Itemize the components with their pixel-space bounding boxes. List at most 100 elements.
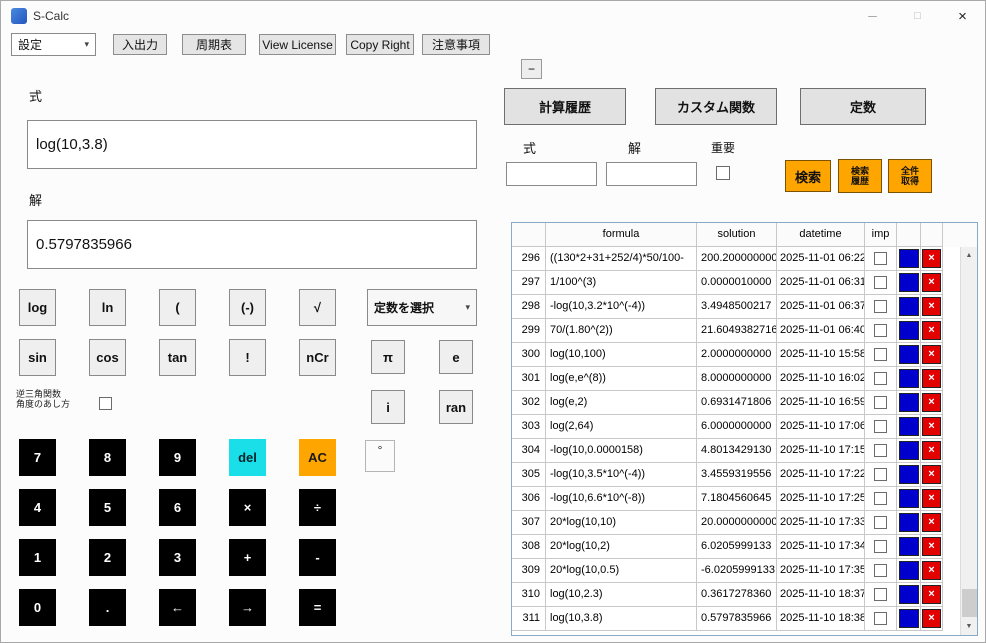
- row-delete-button[interactable]: ×: [922, 441, 941, 460]
- calc-button-multiply[interactable]: ×: [229, 489, 266, 526]
- row-delete-button[interactable]: ×: [922, 537, 941, 556]
- row-imp-checkbox[interactable]: [874, 468, 887, 481]
- custom-functions-button[interactable]: カスタム関数: [655, 88, 777, 125]
- calc-history-button[interactable]: 計算履歴: [504, 88, 626, 125]
- row-action-button[interactable]: [898, 465, 919, 484]
- row-delete-button[interactable]: ×: [922, 345, 941, 364]
- col-header-imp[interactable]: imp: [865, 223, 897, 247]
- calc-button-open-paren[interactable]: (: [159, 289, 196, 326]
- row-imp-checkbox[interactable]: [874, 324, 887, 337]
- formula-input[interactable]: [27, 120, 477, 169]
- search-formula-input[interactable]: [506, 162, 597, 186]
- row-imp-checkbox[interactable]: [874, 492, 887, 505]
- row-imp-checkbox[interactable]: [874, 252, 887, 265]
- row-imp-checkbox[interactable]: [874, 516, 887, 529]
- search-button[interactable]: 検索: [785, 160, 831, 192]
- view-license-button[interactable]: View License: [259, 34, 336, 55]
- row-delete-button[interactable]: ×: [922, 585, 941, 604]
- row-imp-checkbox[interactable]: [874, 612, 887, 625]
- row-action-button[interactable]: [898, 513, 919, 532]
- calc-button-ln[interactable]: ln: [89, 289, 126, 326]
- row-delete-button[interactable]: ×: [922, 513, 941, 532]
- row-action-button[interactable]: [898, 417, 919, 436]
- periodic-table-button[interactable]: 周期表: [182, 34, 246, 55]
- calc-button-pi[interactable]: π: [371, 340, 405, 374]
- io-button[interactable]: 入出力: [113, 34, 167, 55]
- row-action-button[interactable]: [898, 585, 919, 604]
- calc-button-delete[interactable]: del: [229, 439, 266, 476]
- row-imp-checkbox[interactable]: [874, 420, 887, 433]
- row-delete-button[interactable]: ×: [922, 297, 941, 316]
- row-action-button[interactable]: [898, 249, 919, 268]
- row-delete-button[interactable]: ×: [922, 369, 941, 388]
- calc-button-sin[interactable]: sin: [19, 339, 56, 376]
- calc-button-all-clear[interactable]: AC: [299, 439, 336, 476]
- row-action-button[interactable]: [898, 609, 919, 628]
- calc-button-cos[interactable]: cos: [89, 339, 126, 376]
- row-imp-checkbox[interactable]: [874, 396, 887, 409]
- get-all-button[interactable]: 全件 取得: [888, 159, 932, 193]
- solution-input[interactable]: [27, 220, 477, 269]
- col-header-datetime[interactable]: datetime: [777, 223, 865, 247]
- row-imp-checkbox[interactable]: [874, 300, 887, 313]
- calc-button-8[interactable]: 8: [89, 439, 126, 476]
- scrollbar-thumb[interactable]: [962, 589, 977, 617]
- calc-button-tan[interactable]: tan: [159, 339, 196, 376]
- important-checkbox[interactable]: [716, 166, 730, 180]
- row-imp-checkbox[interactable]: [874, 564, 887, 577]
- settings-dropdown[interactable]: 設定 ▾: [11, 33, 96, 56]
- calc-button-cursor-left[interactable]: ←: [159, 589, 196, 626]
- row-imp-checkbox[interactable]: [874, 588, 887, 601]
- maximize-button[interactable]: □: [895, 1, 940, 31]
- row-imp-checkbox[interactable]: [874, 348, 887, 361]
- search-solution-input[interactable]: [606, 162, 697, 186]
- row-imp-checkbox[interactable]: [874, 444, 887, 457]
- row-action-button[interactable]: [898, 369, 919, 388]
- calc-button-decimal[interactable]: .: [89, 589, 126, 626]
- calc-button-subtract[interactable]: -: [299, 539, 336, 576]
- notes-button[interactable]: 注意事項: [422, 34, 490, 55]
- calc-button-divide[interactable]: ÷: [299, 489, 336, 526]
- row-delete-button[interactable]: ×: [922, 321, 941, 340]
- row-action-button[interactable]: [898, 489, 919, 508]
- close-button[interactable]: ×: [940, 1, 985, 31]
- calc-button-9[interactable]: 9: [159, 439, 196, 476]
- calc-button-0[interactable]: 0: [19, 589, 56, 626]
- calc-button-sqrt[interactable]: √: [299, 289, 336, 326]
- row-delete-button[interactable]: ×: [922, 489, 941, 508]
- row-action-button[interactable]: [898, 537, 919, 556]
- row-action-button[interactable]: [898, 321, 919, 340]
- calc-button-6[interactable]: 6: [159, 489, 196, 526]
- row-delete-button[interactable]: ×: [922, 609, 941, 628]
- calc-button-i[interactable]: i: [371, 390, 405, 424]
- row-action-button[interactable]: [898, 441, 919, 460]
- calc-button-4[interactable]: 4: [19, 489, 56, 526]
- calc-button-cursor-right[interactable]: →: [229, 589, 266, 626]
- row-imp-checkbox[interactable]: [874, 276, 887, 289]
- row-delete-button[interactable]: ×: [922, 393, 941, 412]
- collapse-panel-button[interactable]: −: [521, 59, 542, 79]
- row-delete-button[interactable]: ×: [922, 561, 941, 580]
- calc-button-5[interactable]: 5: [89, 489, 126, 526]
- col-header-formula[interactable]: formula: [546, 223, 697, 247]
- calc-button-2[interactable]: 2: [89, 539, 126, 576]
- row-delete-button[interactable]: ×: [922, 249, 941, 268]
- scroll-down-icon[interactable]: ▼: [961, 618, 977, 635]
- calc-button-negate[interactable]: (-): [229, 289, 266, 326]
- calc-button-log[interactable]: log: [19, 289, 56, 326]
- minimize-button[interactable]: ─: [850, 1, 895, 31]
- calc-button-7[interactable]: 7: [19, 439, 56, 476]
- col-header-solution[interactable]: solution: [697, 223, 777, 247]
- row-action-button[interactable]: [898, 273, 919, 292]
- row-delete-button[interactable]: ×: [922, 273, 941, 292]
- constants-button[interactable]: 定数: [800, 88, 926, 125]
- row-action-button[interactable]: [898, 345, 919, 364]
- calc-button-ncr[interactable]: nCr: [299, 339, 336, 376]
- row-action-button[interactable]: [898, 297, 919, 316]
- row-action-button[interactable]: [898, 393, 919, 412]
- row-delete-button[interactable]: ×: [922, 465, 941, 484]
- row-delete-button[interactable]: ×: [922, 417, 941, 436]
- calc-button-e[interactable]: e: [439, 340, 473, 374]
- calc-button-random[interactable]: ran: [439, 390, 473, 424]
- copy-right-button[interactable]: Copy Right: [346, 34, 414, 55]
